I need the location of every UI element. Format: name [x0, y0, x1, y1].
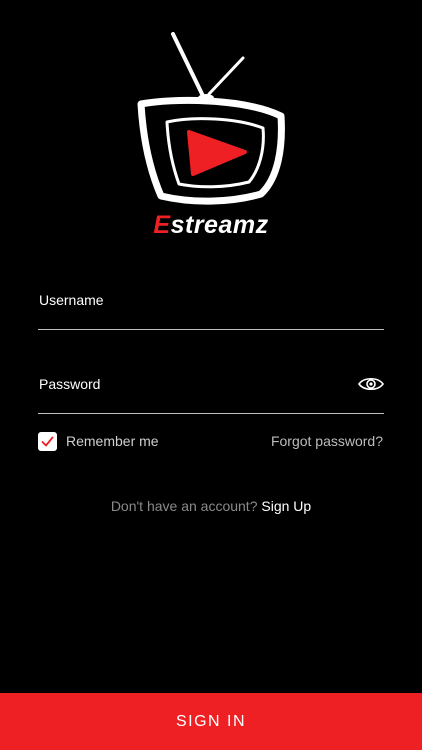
checkmark-icon	[41, 436, 54, 446]
username-field[interactable]: Username	[38, 279, 384, 330]
tv-play-icon	[137, 32, 285, 205]
password-field[interactable]: Password	[38, 363, 384, 414]
password-label: Password	[39, 376, 101, 392]
brand-name-rest: streamz	[170, 211, 269, 239]
brand-name-first: E	[153, 211, 171, 239]
username-label: Username	[39, 292, 104, 308]
sign-in-button[interactable]: SIGN IN	[0, 693, 422, 750]
brand-name: Estreamz	[0, 210, 422, 240]
remember-me-checkbox[interactable]: Remember me	[38, 431, 159, 451]
sign-up-link[interactable]: Sign Up	[261, 498, 311, 514]
app-logo	[0, 28, 422, 208]
eye-icon[interactable]	[358, 375, 384, 393]
checkbox-checked-icon[interactable]	[38, 431, 57, 451]
signup-prompt: Don't have an account?	[110, 498, 258, 514]
remember-me-label: Remember me	[66, 433, 159, 449]
forgot-password-link[interactable]: Forgot password?	[271, 433, 383, 449]
signup-row: Don't have an account? Sign Up	[0, 497, 422, 515]
